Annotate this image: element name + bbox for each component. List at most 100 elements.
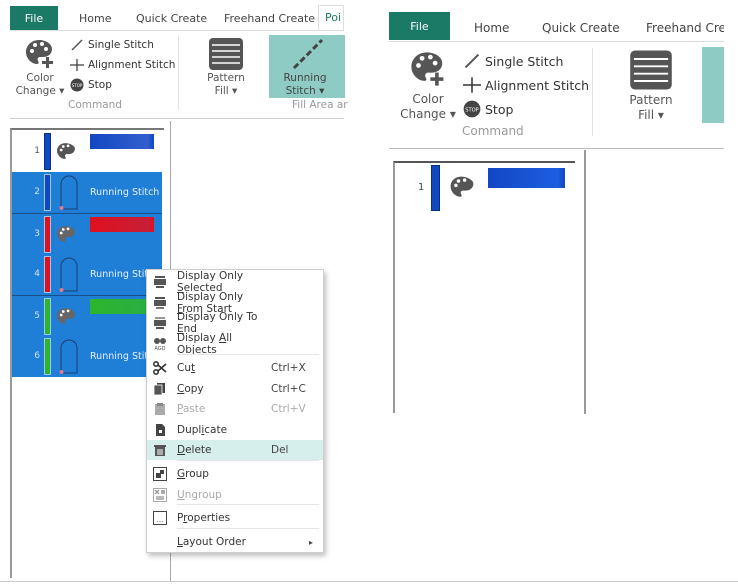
pattern-fill-icon[interactable] bbox=[629, 49, 673, 95]
menu-item-shortcut: Ctrl+C bbox=[271, 382, 306, 395]
pattern-fill-icon[interactable] bbox=[208, 37, 244, 75]
color-change-object-icon bbox=[448, 174, 476, 206]
object-list-row[interactable]: 6 Running Stitc bbox=[12, 336, 162, 377]
single-stitch-button[interactable]: Single Stitch bbox=[70, 38, 154, 52]
running-stitch-shape-icon bbox=[59, 175, 78, 210]
tab-file[interactable]: File bbox=[10, 6, 58, 30]
menu-item-group[interactable]: Group bbox=[147, 464, 323, 484]
stitch-object-label: Running Stitc bbox=[90, 268, 154, 280]
palette-icon bbox=[450, 176, 474, 197]
thread-color-bar bbox=[44, 256, 51, 293]
object-list-row[interactable]: 4 Running Stitc bbox=[12, 254, 162, 295]
object-number: 1 bbox=[418, 182, 425, 193]
menu-item-shortcut: Del bbox=[271, 444, 289, 456]
menu-item-duplicate[interactable]: Duplicate bbox=[147, 420, 323, 440]
thread-color-swatch bbox=[90, 134, 154, 149]
menu-item-label: Delete bbox=[177, 444, 212, 456]
svg-text:...: ... bbox=[157, 516, 164, 524]
menu-item-label: Duplicate bbox=[177, 423, 228, 436]
single-stitch-icon bbox=[71, 39, 83, 51]
running-stitch-shape-icon bbox=[59, 257, 78, 292]
alignment-stitch-icon bbox=[463, 77, 481, 93]
display-all-icon: AGD bbox=[147, 337, 173, 351]
stop-button[interactable]: STOP Stop bbox=[70, 78, 112, 92]
menu-item-paste: Paste Ctrl+V bbox=[147, 399, 323, 419]
menu-item-display-all-objects[interactable]: AGD Display All Objects bbox=[147, 332, 323, 356]
object-number: 5 bbox=[34, 310, 40, 321]
group-icon bbox=[147, 467, 173, 481]
palette-icon bbox=[57, 225, 75, 242]
menu-item-shortcut: Ctrl+X bbox=[271, 362, 306, 374]
fill-area-group-label: Fill Area ar bbox=[292, 99, 348, 111]
menu-item-label: Properties bbox=[177, 512, 231, 524]
thread-color-bar bbox=[44, 338, 51, 375]
menu-item-layout-order[interactable]: Layout Order ▸ bbox=[147, 532, 323, 552]
tab-quick-create[interactable]: Quick Create bbox=[136, 12, 207, 25]
menu-item-delete[interactable]: Delete Del bbox=[147, 440, 323, 460]
menu-item-properties[interactable]: ... Properties bbox=[147, 508, 323, 528]
alignment-stitch-button[interactable]: Alignment Stitch bbox=[70, 58, 175, 72]
thread-color-bar bbox=[44, 216, 51, 253]
stitch-object-label: Running Stitc bbox=[90, 350, 154, 362]
object-number: 4 bbox=[34, 268, 40, 279]
single-stitch-button[interactable]: Single Stitch bbox=[463, 52, 563, 70]
svg-text:AGD: AGD bbox=[154, 346, 165, 351]
menu-separator bbox=[177, 504, 319, 505]
thread-color-bar bbox=[44, 174, 51, 211]
tab-point[interactable]: Poi bbox=[318, 5, 344, 31]
pattern-fill-button[interactable]: Pattern Fill ▾ bbox=[620, 93, 682, 123]
stop-button[interactable]: STOP Stop bbox=[463, 100, 513, 118]
menu-separator bbox=[177, 528, 319, 529]
color-change-icon[interactable] bbox=[408, 50, 448, 92]
running-stitch-button[interactable] bbox=[702, 47, 724, 123]
menu-item-cut[interactable]: Cut Ctrl+X bbox=[147, 358, 323, 378]
trash-icon bbox=[147, 443, 173, 457]
color-change-button[interactable]: Color Change ▾ bbox=[12, 72, 68, 98]
menu-item-copy[interactable]: Copy Ctrl+C bbox=[147, 379, 323, 399]
single-stitch-icon bbox=[464, 53, 480, 69]
display-from-start-icon bbox=[147, 296, 173, 310]
tab-freehand-create[interactable]: Freehand Create bbox=[224, 12, 315, 25]
stitch-object-icon bbox=[58, 255, 80, 297]
thread-color-bar bbox=[44, 298, 51, 335]
tab-quick-create[interactable]: Quick Create bbox=[542, 21, 620, 35]
menu-item-label: Cut bbox=[177, 362, 196, 374]
color-change-icon[interactable] bbox=[24, 38, 56, 74]
ungroup-icon bbox=[147, 487, 173, 502]
tab-freehand-create[interactable]: Freehand Cre bbox=[646, 21, 724, 35]
object-number: 1 bbox=[34, 145, 40, 156]
menu-item-display-only-selected[interactable]: Display Only Selected bbox=[147, 270, 323, 294]
color-change-object-icon bbox=[55, 306, 77, 332]
stop-icon: STOP bbox=[463, 100, 481, 118]
pattern-fill-button[interactable]: Pattern Fill ▾ bbox=[200, 72, 252, 98]
stop-icon: STOP bbox=[70, 78, 84, 92]
object-list-row[interactable]: 5 bbox=[12, 295, 162, 336]
properties-icon: ... bbox=[147, 511, 173, 525]
display-selected-icon bbox=[147, 275, 173, 289]
tab-file[interactable]: File bbox=[389, 12, 450, 40]
menu-item-display-only-to-end[interactable]: Display Only To End bbox=[147, 311, 323, 335]
running-stitch-button[interactable]: Running Stitch ▾ bbox=[269, 35, 345, 98]
palette-icon bbox=[57, 307, 75, 324]
alignment-stitch-button[interactable]: Alignment Stitch bbox=[463, 76, 589, 94]
scissors-icon bbox=[147, 361, 173, 375]
context-menu: Display Only Selected Display Only From S… bbox=[146, 269, 324, 553]
object-list-row[interactable]: 1 bbox=[396, 164, 574, 212]
menu-separator bbox=[177, 460, 319, 461]
command-group-label: Command bbox=[462, 124, 524, 138]
object-list-row[interactable]: 1 bbox=[12, 131, 162, 172]
copy-icon bbox=[147, 382, 173, 396]
menu-item-display-only-from-start[interactable]: Display Only From Start bbox=[147, 291, 323, 315]
object-list-row[interactable]: 3 bbox=[12, 213, 162, 254]
tab-home[interactable]: Home bbox=[79, 12, 111, 25]
tab-home[interactable]: Home bbox=[474, 21, 509, 35]
svg-text:STOP: STOP bbox=[72, 83, 83, 88]
command-group-label: Command bbox=[68, 99, 122, 111]
menu-item-label: Layout Order bbox=[177, 536, 246, 548]
thread-color-bar bbox=[44, 133, 51, 170]
object-list-row[interactable]: 2 Running Stitch bbox=[12, 172, 162, 213]
paste-icon bbox=[147, 402, 173, 416]
thread-color-bar bbox=[431, 165, 440, 211]
color-change-button[interactable]: Color Change ▾ bbox=[396, 92, 460, 122]
menu-item-ungroup: Ungroup bbox=[147, 485, 323, 505]
